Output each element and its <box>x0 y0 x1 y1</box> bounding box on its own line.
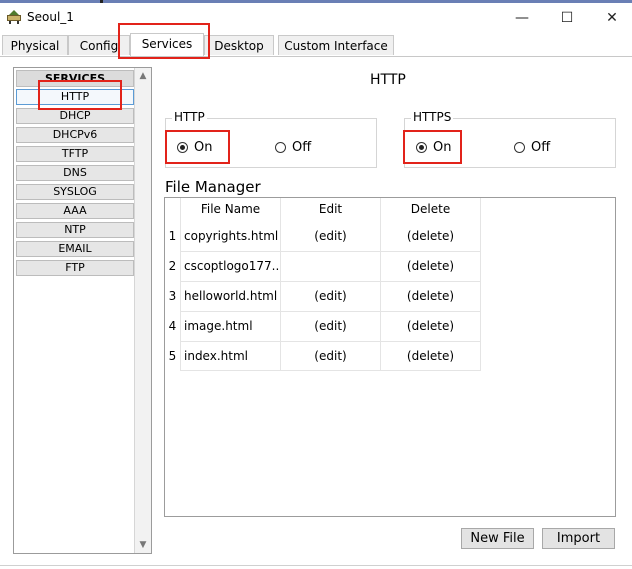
file-manager-table: File Name Edit Delete 1 copyrights.html … <box>164 197 616 517</box>
scroll-up-icon[interactable]: ▲ <box>135 68 151 84</box>
minimize-button[interactable]: — <box>502 7 542 29</box>
tab-bar: Physical Config Services Desktop Custom … <box>0 33 632 57</box>
https-on-radio[interactable]: On <box>416 140 451 155</box>
file-name-cell[interactable]: index.html <box>184 341 280 371</box>
close-button[interactable]: ✕ <box>592 7 632 29</box>
https-group-legend: HTTPS <box>411 110 454 124</box>
edit-link[interactable] <box>281 251 380 281</box>
router-app-icon <box>7 10 21 24</box>
tab-config[interactable]: Config <box>68 35 130 55</box>
https-on-label: On <box>433 140 452 155</box>
tab-services[interactable]: Services <box>130 33 204 56</box>
sidebar-item-ftp[interactable]: FTP <box>16 260 134 276</box>
sidebar-item-ntp[interactable]: NTP <box>16 222 134 238</box>
column-header-delete: Delete <box>410 202 451 216</box>
window-bottom-border <box>0 565 632 566</box>
row-divider <box>180 370 481 371</box>
tab-custom-interface[interactable]: Custom Interface <box>278 35 394 55</box>
services-list: SERVICES HTTP DHCP DHCPv6 TFTP DNS SYSLO… <box>14 68 135 553</box>
import-button[interactable]: Import <box>542 528 615 549</box>
services-sidebar: SERVICES HTTP DHCP DHCPv6 TFTP DNS SYSLO… <box>13 67 152 554</box>
column-header-edit: Edit <box>318 202 343 216</box>
services-header: SERVICES <box>16 70 134 87</box>
edit-link[interactable]: (edit) <box>281 311 380 341</box>
delete-link[interactable]: (delete) <box>381 341 480 371</box>
row-number: 2 <box>168 259 177 273</box>
sidebar-item-aaa[interactable]: AAA <box>16 203 134 219</box>
row-number: 3 <box>168 289 177 303</box>
sidebar-item-http[interactable]: HTTP <box>16 89 134 105</box>
https-off-radio[interactable]: Off <box>514 140 550 155</box>
sidebar-item-tftp[interactable]: TFTP <box>16 146 134 162</box>
row-number-divider <box>180 198 181 370</box>
column-header-file-name: File Name <box>200 202 261 216</box>
http-off-label: Off <box>292 140 312 155</box>
https-off-label: Off <box>531 140 551 155</box>
sidebar-scrollbar[interactable]: ▲ ▼ <box>135 68 151 553</box>
http-off-radio[interactable]: Off <box>275 140 311 155</box>
http-group: HTTP On Off <box>165 110 377 168</box>
new-file-button[interactable]: New File <box>461 528 534 549</box>
http-group-legend: HTTP <box>172 110 207 124</box>
edit-link[interactable]: (edit) <box>281 221 380 251</box>
delete-link[interactable]: (delete) <box>381 281 480 311</box>
sidebar-item-syslog[interactable]: SYSLOG <box>16 184 134 200</box>
page-title: HTTP <box>370 72 406 88</box>
title-bar: Seoul_1 — ☐ ✕ <box>0 3 632 31</box>
tab-physical[interactable]: Physical <box>2 35 68 55</box>
radio-unchecked-icon <box>514 142 525 153</box>
file-name-cell[interactable]: helloworld.html <box>184 281 280 311</box>
tab-desktop[interactable]: Desktop <box>204 35 274 55</box>
delete-link[interactable]: (delete) <box>381 311 480 341</box>
file-name-cell[interactable]: cscoptlogo177... <box>184 251 280 281</box>
sidebar-item-dns[interactable]: DNS <box>16 165 134 181</box>
http-on-radio[interactable]: On <box>177 140 212 155</box>
radio-unchecked-icon <box>275 142 286 153</box>
radio-checked-icon <box>177 142 188 153</box>
window-title: Seoul_1 <box>27 10 74 24</box>
row-number: 5 <box>168 349 177 363</box>
edit-link[interactable]: (edit) <box>281 281 380 311</box>
sidebar-item-email[interactable]: EMAIL <box>16 241 134 257</box>
file-manager-title: File Manager <box>165 178 261 196</box>
file-name-cell[interactable]: image.html <box>184 311 280 341</box>
sidebar-item-dhcp[interactable]: DHCP <box>16 108 134 124</box>
https-group: HTTPS On Off <box>404 110 616 168</box>
delete-link[interactable]: (delete) <box>381 251 480 281</box>
column-divider <box>480 198 481 370</box>
radio-checked-icon <box>416 142 427 153</box>
file-name-cell[interactable]: copyrights.html <box>184 221 280 251</box>
maximize-button[interactable]: ☐ <box>547 7 587 29</box>
sidebar-item-dhcpv6[interactable]: DHCPv6 <box>16 127 134 143</box>
row-number: 4 <box>168 319 177 333</box>
edit-link[interactable]: (edit) <box>281 341 380 371</box>
scroll-down-icon[interactable]: ▼ <box>135 537 151 553</box>
http-on-label: On <box>194 140 213 155</box>
row-number: 1 <box>168 229 177 243</box>
delete-link[interactable]: (delete) <box>381 221 480 251</box>
